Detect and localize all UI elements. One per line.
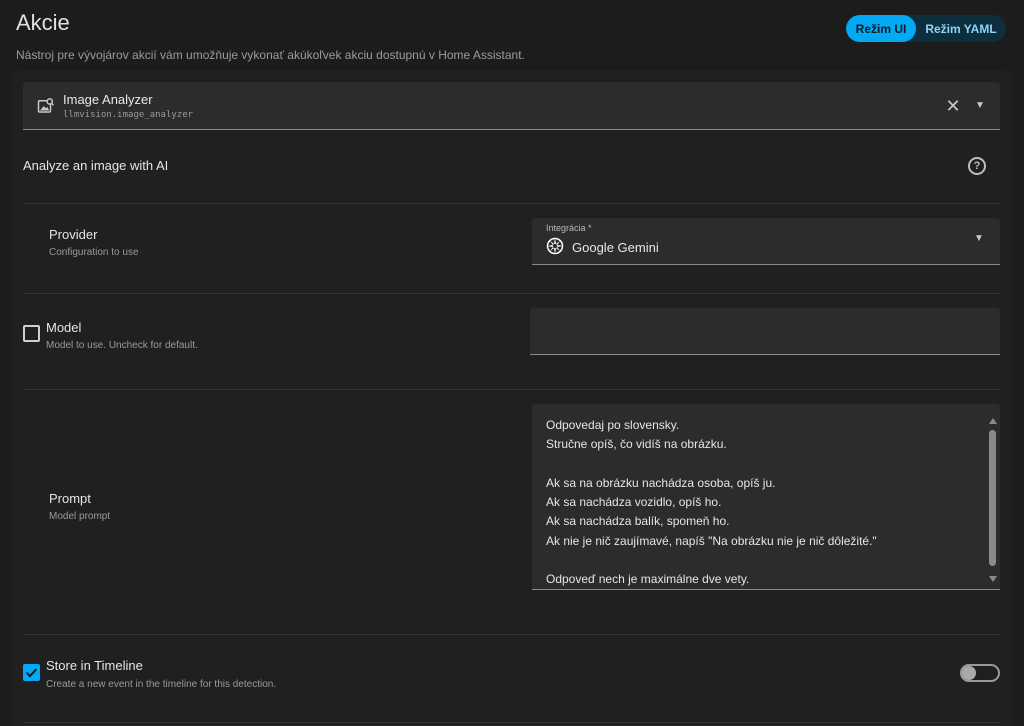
- scroll-down-icon[interactable]: [989, 576, 997, 582]
- select-label: Integrácia *: [546, 223, 592, 233]
- gemini-icon: [546, 237, 564, 255]
- mode-ui-button[interactable]: Režim UI: [846, 15, 916, 42]
- provider-description: Configuration to use: [49, 247, 139, 258]
- prompt-description: Model prompt: [49, 511, 111, 522]
- image-search-icon: [37, 98, 55, 113]
- scroll-thumb[interactable]: [989, 430, 996, 566]
- textarea-scrollbar[interactable]: [987, 418, 997, 582]
- store-timeline-switch[interactable]: [958, 663, 1000, 683]
- prompt-textarea[interactable]: Odpovedaj po slovensky. Stručne opíš, čo…: [532, 404, 1000, 590]
- mode-toggle: Režim UI Režim YAML: [846, 15, 1006, 42]
- store-timeline-description: Create a new event in the timeline for t…: [46, 679, 277, 690]
- mode-yaml-button[interactable]: Režim YAML: [916, 15, 1006, 42]
- action-description: Analyze an image with AI: [23, 158, 169, 173]
- action-picker[interactable]: Image Analyzer llmvision.image_analyzer …: [23, 82, 1000, 130]
- provider-select[interactable]: Integrácia * Google Gemini ▼: [532, 218, 1000, 265]
- page-description: Nástroj pre vývojárov akcií vám umožňuje…: [16, 48, 525, 62]
- check-icon: [25, 668, 38, 678]
- model-description: Model to use. Uncheck for default.: [46, 340, 198, 351]
- switch-knob: [962, 666, 976, 680]
- divider: [23, 722, 1000, 723]
- model-checkbox[interactable]: [23, 325, 40, 342]
- divider: [23, 293, 1000, 294]
- action-service-id: llmvision.image_analyzer: [63, 110, 194, 120]
- store-timeline-checkbox[interactable]: [23, 664, 40, 681]
- scroll-up-icon[interactable]: [989, 418, 997, 424]
- provider-label: Provider: [49, 227, 98, 242]
- divider: [23, 389, 1000, 390]
- model-label: Model: [46, 320, 82, 335]
- store-timeline-label: Store in Timeline: [46, 658, 143, 673]
- chevron-down-icon[interactable]: ▼: [973, 96, 987, 116]
- model-input[interactable]: [530, 308, 1000, 355]
- help-circle-icon[interactable]: ?: [968, 157, 986, 175]
- page-title: Akcie: [16, 10, 70, 35]
- action-name: Image Analyzer: [63, 92, 153, 107]
- divider: [23, 634, 1000, 635]
- prompt-label: Prompt: [49, 491, 91, 506]
- chevron-down-icon[interactable]: ▼: [974, 233, 984, 244]
- provider-value: Google Gemini: [572, 240, 659, 255]
- close-icon[interactable]: ✕: [943, 96, 963, 116]
- divider: [23, 203, 1000, 204]
- prompt-text: Odpovedaj po slovensky. Stručne opíš, čo…: [546, 418, 877, 587]
